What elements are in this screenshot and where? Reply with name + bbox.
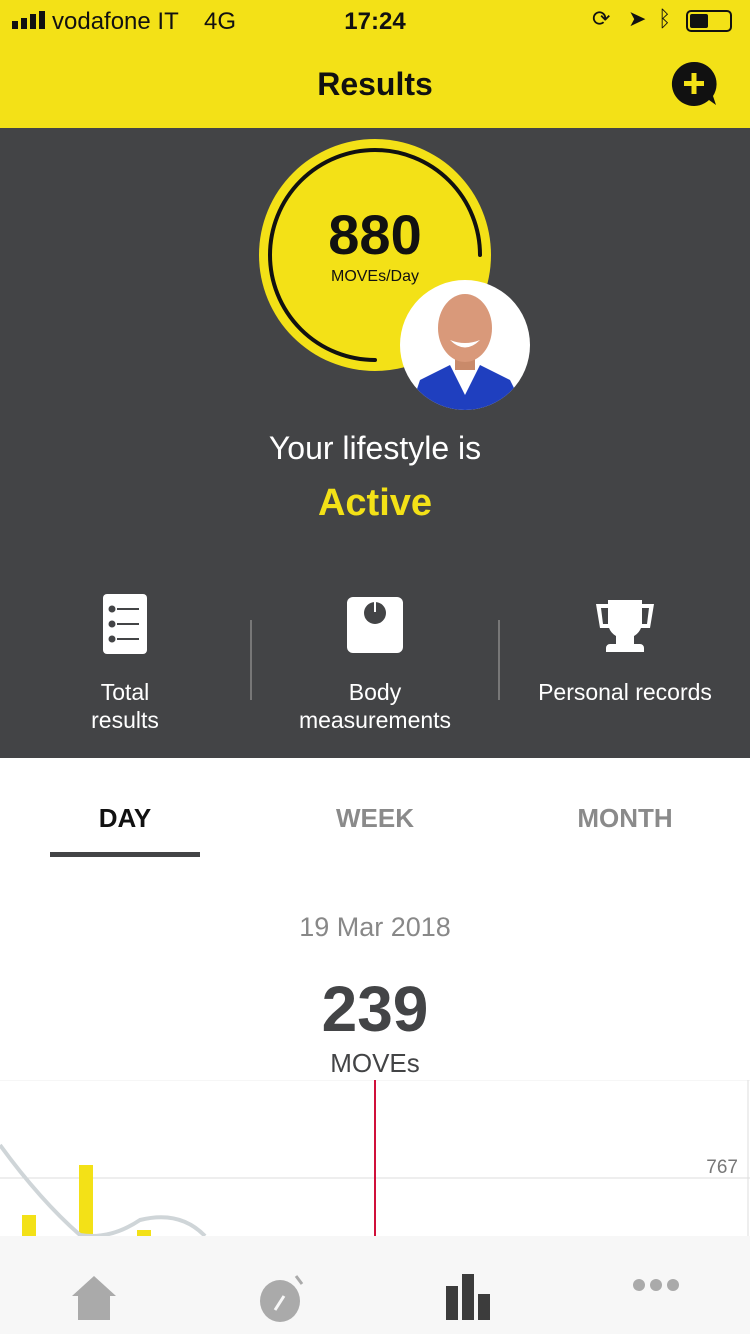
date-label: 19 Mar 2018 [299,912,451,942]
lifestyle-prefix: Your lifestyle is [268,430,482,466]
trophy-icon [596,600,654,652]
body-measurements-label: Body measurements [298,679,452,733]
tab-week[interactable]: WEEK [250,803,500,834]
scale-icon [347,597,403,653]
tab-day-indicator [50,852,200,857]
status-bar: vodafone IT 4G 17:24 ⟳ ➤ ᛒ [0,0,750,40]
avatar[interactable] [400,280,530,410]
list-icon [103,594,147,654]
tab-month[interactable]: MONTH [500,803,750,834]
chart-bar [22,1215,36,1236]
header: Results [0,40,750,128]
personal-records-label: Personal records [538,679,712,705]
rotation-lock-icon: ⟳ [592,6,611,31]
bar-chart-icon[interactable] [446,1274,492,1320]
moves-value: 239 [321,973,429,1045]
battery-icon [686,10,732,32]
page-title: Results [317,66,433,102]
personal-records-button[interactable]: Personal records [500,590,750,740]
home-icon[interactable] [70,1274,118,1320]
reference-label: 767 [706,1157,738,1178]
bluetooth-icon: ᛒ [658,6,672,31]
lifestyle-level: Active [317,482,433,524]
tab-bar [0,1236,750,1334]
day-chart[interactable]: 767 [0,1080,750,1236]
score-value: 880 [328,203,422,266]
plus-circle-icon[interactable] [670,60,718,108]
moves-unit: MOVEs [330,1048,420,1078]
stopwatch-icon[interactable] [258,1274,306,1322]
location-icon: ➤ [628,6,647,31]
tab-day[interactable]: DAY [0,803,250,834]
more-icon[interactable] [632,1278,680,1292]
chart-bar [79,1165,93,1236]
total-results-button[interactable]: Total results [0,590,250,740]
total-results-label: Total results [91,679,159,733]
body-measurements-button[interactable]: Body measurements [250,590,500,740]
